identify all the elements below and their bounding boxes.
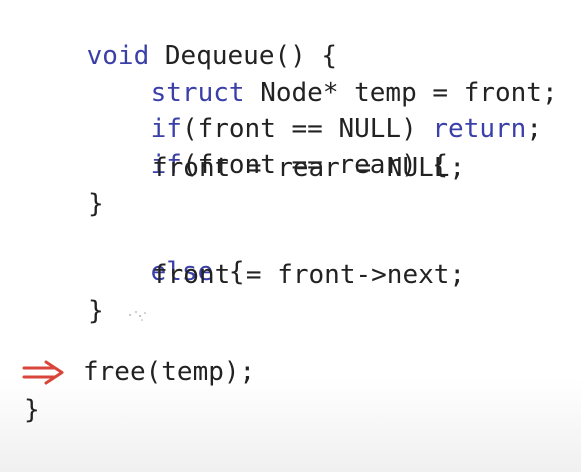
code-line-reset-pointers: front = rear = NULL; xyxy=(152,153,466,183)
code-line-free-temp: free(temp); xyxy=(83,357,256,387)
cursor-dots-icon xyxy=(129,311,146,321)
double-right-arrow-icon xyxy=(22,360,64,385)
code-line-advance-front: front = front->next; xyxy=(152,260,466,290)
code-line-close-function: } xyxy=(24,395,40,425)
null-check-semicolon: ; xyxy=(526,114,542,144)
code-line-close-else: } xyxy=(88,296,104,326)
code-line-close-if: } xyxy=(88,189,104,219)
code-slide: void Dequeue() { struct Node* temp = fro… xyxy=(0,0,581,472)
